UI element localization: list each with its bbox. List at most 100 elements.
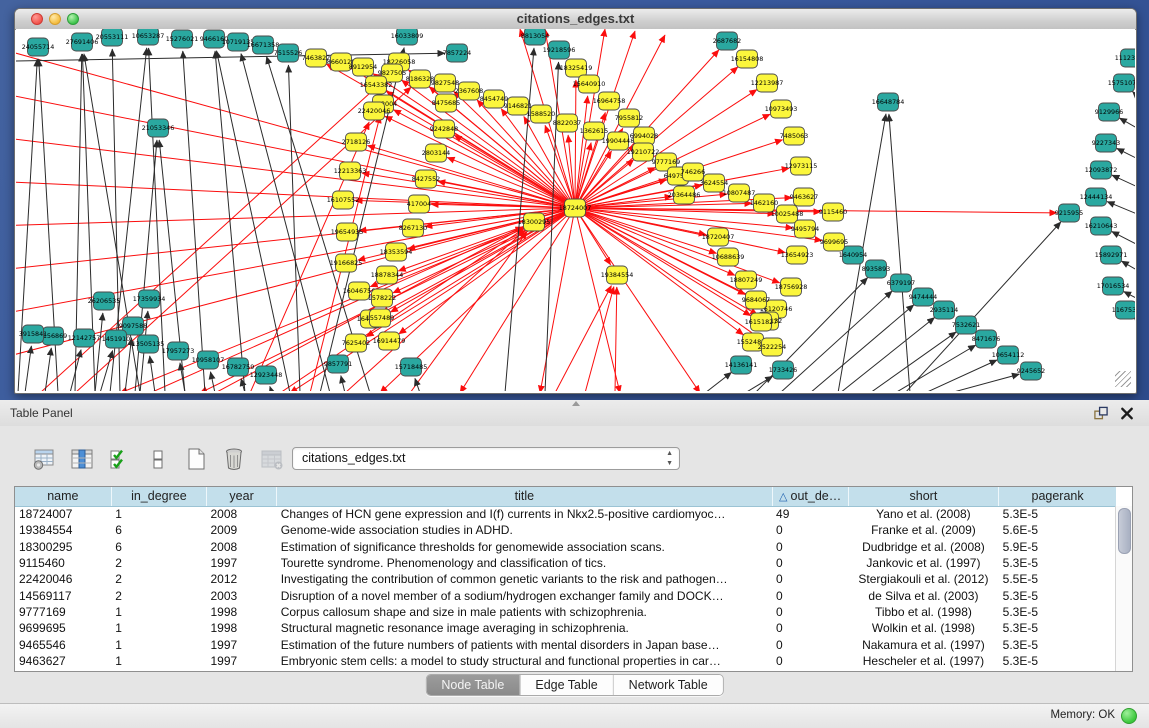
table-cell[interactable]: 0 [772,620,848,636]
table-cell[interactable]: 1 [111,653,206,669]
graph-node[interactable]: 12142757 [68,329,101,347]
graph-node[interactable]: 8475685 [432,94,460,112]
table-cell[interactable]: 0 [772,587,848,603]
table-cell[interactable]: 5.3E-5 [999,653,1116,669]
split-pane-handle[interactable] [572,401,580,406]
table-cell[interactable]: 18300295 [15,539,111,555]
column-header-short[interactable]: short [848,487,998,506]
graph-node[interactable]: 6379197 [887,274,915,292]
graph-node[interactable]: 8471676 [972,330,1000,348]
window-resize-grip[interactable] [1115,371,1131,387]
graph-node[interactable]: 9684067 [742,291,770,309]
graph-node[interactable]: 15718485 [395,358,428,376]
graph-node[interactable]: 18756928 [775,278,808,296]
table-cell[interactable]: 0 [772,571,848,587]
graph-edge[interactable] [575,143,591,208]
graph-edge[interactable] [1107,202,1135,216]
graph-edge[interactable] [270,386,272,391]
graph-node[interactable]: 9227343 [1092,134,1120,152]
table-cell[interactable]: Estimation of significance thresholds fo… [277,539,772,555]
tab-network-table[interactable]: Network Table [613,675,723,695]
graph-node[interactable]: 13505135 [132,335,165,353]
graph-edge[interactable] [45,348,51,391]
table-cell[interactable]: 6 [111,539,206,555]
graph-node[interactable]: 7857224 [443,44,471,62]
graph-edge[interactable] [410,232,527,391]
graph-edge[interactable] [1134,318,1135,326]
graph-node[interactable]: 7625402 [342,334,370,352]
graph-node[interactable]: 8935893 [862,260,890,278]
graph-node[interactable]: 6994028 [630,127,658,145]
graph-edge[interactable] [150,356,155,391]
table-cell[interactable]: 0 [772,555,848,571]
table-row[interactable]: 911546021997Tourette syndrome. Phenomeno… [15,555,1116,571]
graph-edge[interactable] [1124,292,1135,301]
table-cell[interactable]: 5.6E-5 [999,522,1116,538]
graph-node[interactable]: 417004 [407,195,431,213]
graph-node[interactable]: 10958107 [192,351,225,369]
table-cell[interactable]: Changes of HCN gene expression and I(f) … [277,506,772,522]
table-cell[interactable]: Stergiakouli et al. (2012) [848,571,998,587]
table-cell[interactable]: 5.3E-5 [999,604,1116,620]
graph-edge[interactable] [25,346,31,391]
table-cell[interactable]: 1998 [207,620,277,636]
graph-node[interactable]: 2522254 [758,338,786,356]
table-cell[interactable]: 2 [111,571,206,587]
scrollbar-thumb[interactable] [1118,508,1131,554]
graph-node[interactable]: 18325419 [560,59,593,77]
column-header-out-de-[interactable]: △out_de… [772,487,848,506]
graph-node[interactable]: 27691406 [66,33,99,51]
table-cell[interactable]: 19384554 [15,522,111,538]
graph-node[interactable]: 7485063 [780,127,808,145]
graph-node[interactable]: 15751074 [1108,74,1135,92]
graph-node[interactable]: 18720407 [702,228,735,246]
tab-node-table[interactable]: Node Table [426,675,519,695]
table-cell[interactable]: 2008 [207,539,277,555]
table-cell[interactable]: 1997 [207,653,277,669]
graph-edge[interactable] [241,54,330,391]
graph-node[interactable]: 16964758 [593,92,626,110]
table-cell[interactable]: Tourette syndrome. Phenomenology and cla… [277,555,772,571]
graph-node[interactable]: 9115460 [819,203,847,221]
graph-node[interactable]: 19654935 [331,223,364,241]
column-header-pagerank[interactable]: pagerank [999,487,1116,506]
table-cell[interactable]: 0 [772,539,848,555]
graph-node[interactable]: 12973115 [785,157,818,175]
graph-node[interactable]: 1557489 [366,309,394,327]
table-cell[interactable]: Estimation of the future numbers of pati… [277,636,772,652]
table-cell[interactable]: 9465546 [15,636,111,652]
table-cell[interactable]: 1998 [207,604,277,620]
graph-node[interactable]: 19166825 [330,254,363,272]
graph-edge[interactable] [16,53,445,61]
table-cell[interactable]: 1 [111,620,206,636]
table-cell[interactable]: Disruption of a novel member of a sodium… [277,587,772,603]
graph-edge[interactable] [1132,91,1135,101]
column-header-name[interactable]: name [15,487,111,506]
table-cell[interactable]: Tibbo et al. (1998) [848,604,998,620]
window-titlebar[interactable]: citations_edges.txt [15,9,1136,30]
table-cell[interactable]: de Silva et al. (2003) [848,587,998,603]
table-cell[interactable]: 0 [772,522,848,538]
graph-edge[interactable] [215,51,245,391]
graph-node[interactable]: 9474444 [909,288,937,306]
graph-node[interactable]: 1578222 [368,289,396,307]
graph-edge[interactable] [1121,261,1135,273]
network-canvas[interactable]: 2405571427691406205531111065328715276021… [16,29,1135,391]
table-cell[interactable]: 5.3E-5 [999,506,1116,522]
table-cell[interactable]: 9699695 [15,620,111,636]
table-cell[interactable]: 22420046 [15,571,111,587]
graph-node[interactable]: 9242848 [430,120,458,138]
graph-node[interactable]: 24055714 [22,38,55,56]
table-cell[interactable]: Hescheler et al. (1997) [848,653,998,669]
graph-node[interactable]: 9699695 [820,233,848,251]
table-row[interactable]: 977716911998Corpus callosum shape and si… [15,604,1116,620]
graph-edge[interactable] [341,376,345,391]
graph-edge[interactable] [367,145,575,208]
graph-node[interactable]: 2935114 [930,301,958,319]
graph-edge[interactable] [575,208,700,391]
table-row[interactable]: 969969511998Structural magnetic resonanc… [15,620,1116,636]
graph-edge[interactable] [555,286,611,391]
table-cell[interactable]: 0 [772,636,848,652]
table-cell[interactable]: 9463627 [15,653,111,669]
table-cell[interactable]: 2008 [207,506,277,522]
